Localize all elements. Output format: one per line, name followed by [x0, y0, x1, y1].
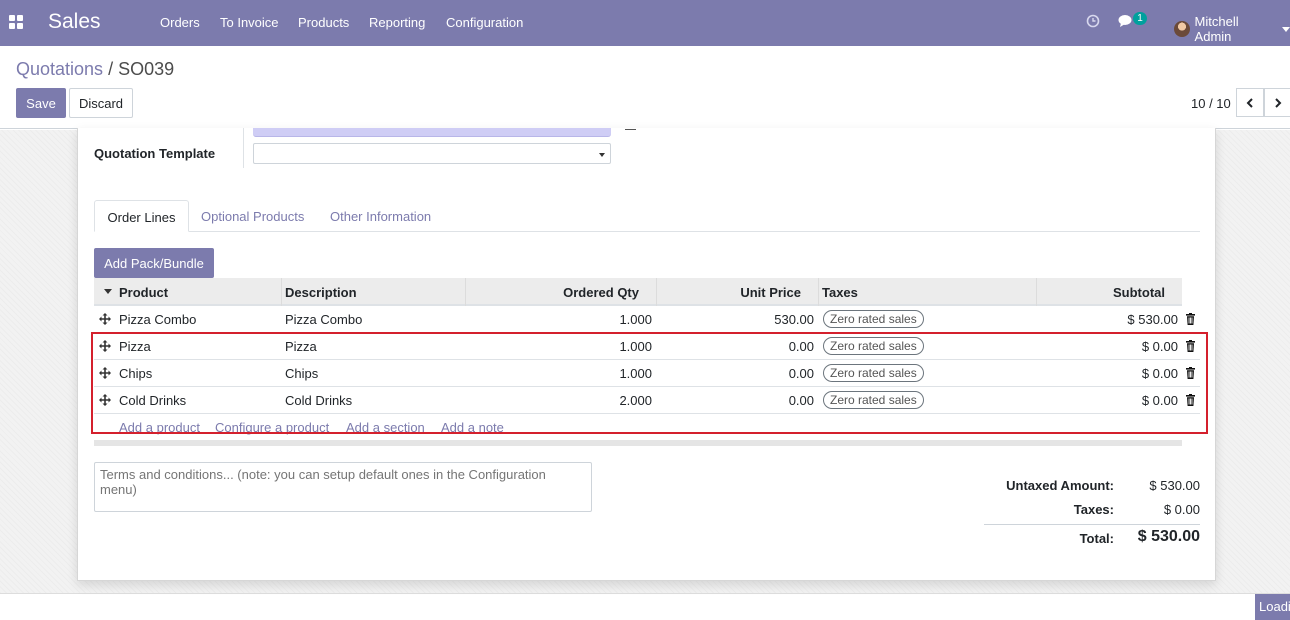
header-unit-price[interactable]: Unit Price — [656, 285, 801, 300]
pager-next-button[interactable] — [1264, 88, 1290, 117]
untaxed-amount-label: Untaxed Amount: — [1006, 478, 1114, 493]
header-taxes[interactable]: Taxes — [822, 285, 858, 300]
header-ordered-qty[interactable]: Ordered Qty — [465, 285, 639, 300]
quotation-template-select[interactable] — [253, 143, 611, 164]
menu-reporting[interactable]: Reporting — [369, 15, 425, 30]
highlight-box — [91, 332, 1208, 434]
app-brand[interactable]: Sales — [48, 10, 101, 34]
order-lines-header: Product Description Ordered Qty Unit Pri… — [94, 278, 1182, 306]
terms-textarea[interactable] — [94, 462, 592, 512]
activity-clock-icon[interactable] — [1086, 14, 1100, 28]
field-checkbox[interactable] — [625, 128, 636, 130]
trash-icon[interactable] — [1186, 313, 1195, 325]
dropdown-caret-icon — [599, 153, 605, 157]
apps-menu-icon[interactable] — [9, 15, 23, 29]
save-button[interactable]: Save — [16, 88, 66, 118]
discard-button[interactable]: Discard — [69, 88, 133, 118]
menu-to-invoice[interactable]: To Invoice — [220, 15, 279, 30]
breadcrumb-separator: / — [108, 59, 114, 79]
totals-divider — [984, 524, 1200, 525]
row-qty[interactable]: 1.000 — [534, 312, 652, 327]
total-label: Total: — [1079, 531, 1114, 546]
tab-other-information[interactable]: Other Information — [330, 200, 431, 232]
pager-value[interactable]: 10 / 10 — [1191, 96, 1231, 111]
breadcrumb-quotations[interactable]: Quotations — [16, 59, 103, 79]
sort-caret-icon[interactable] — [104, 289, 112, 294]
chevron-left-icon — [1246, 97, 1253, 108]
user-menu[interactable]: Mitchell Admin — [1174, 14, 1290, 44]
table-row[interactable]: Pizza Combo Pizza Combo 1.000 530.00 Zer… — [94, 306, 1200, 333]
chat-badge: 1 — [1133, 12, 1147, 25]
taxes-value: $ 0.00 — [1163, 502, 1200, 517]
table-footer — [94, 440, 1182, 446]
menu-products[interactable]: Products — [298, 15, 349, 30]
row-subtotal: $ 530.00 — [1127, 312, 1178, 327]
quotation-template-label: Quotation Template — [94, 146, 216, 161]
header-description[interactable]: Description — [285, 285, 357, 300]
tax-badge[interactable]: Zero rated sales — [823, 310, 924, 328]
menu-orders[interactable]: Orders — [160, 15, 200, 30]
header-product[interactable]: Product — [119, 285, 168, 300]
breadcrumb-current: SO039 — [118, 59, 175, 79]
chevron-right-icon — [1275, 97, 1282, 108]
tab-order-lines[interactable]: Order Lines — [94, 200, 189, 232]
user-name: Mitchell Admin — [1194, 14, 1239, 44]
drag-handle-icon[interactable] — [99, 313, 111, 325]
field-separator — [243, 128, 244, 168]
row-product[interactable]: Pizza Combo — [119, 312, 196, 327]
loading-indicator: Loading — [1255, 594, 1290, 620]
total-value: $ 530.00 — [1137, 528, 1200, 545]
add-pack-bundle-button[interactable]: Add Pack/Bundle — [94, 248, 214, 278]
header-subtotal[interactable]: Subtotal — [1036, 285, 1165, 300]
required-field-input[interactable] — [253, 128, 611, 137]
tab-optional-products[interactable]: Optional Products — [201, 200, 304, 232]
breadcrumb: Quotations / SO039 — [16, 59, 174, 80]
menu-configuration[interactable]: Configuration — [446, 15, 523, 30]
untaxed-amount-value: $ 530.00 — [1149, 478, 1200, 493]
control-panel: Quotations / SO039 Save Discard 10 / 10 — [0, 46, 1290, 129]
chevron-down-icon — [1282, 26, 1290, 32]
pager-previous-button[interactable] — [1236, 88, 1264, 117]
taxes-label: Taxes: — [1073, 502, 1114, 517]
row-unit-price[interactable]: 530.00 — [696, 312, 814, 327]
top-navbar: Sales Orders To Invoice Products Reporti… — [0, 0, 1290, 46]
row-description[interactable]: Pizza Combo — [285, 312, 362, 327]
avatar — [1174, 21, 1190, 37]
